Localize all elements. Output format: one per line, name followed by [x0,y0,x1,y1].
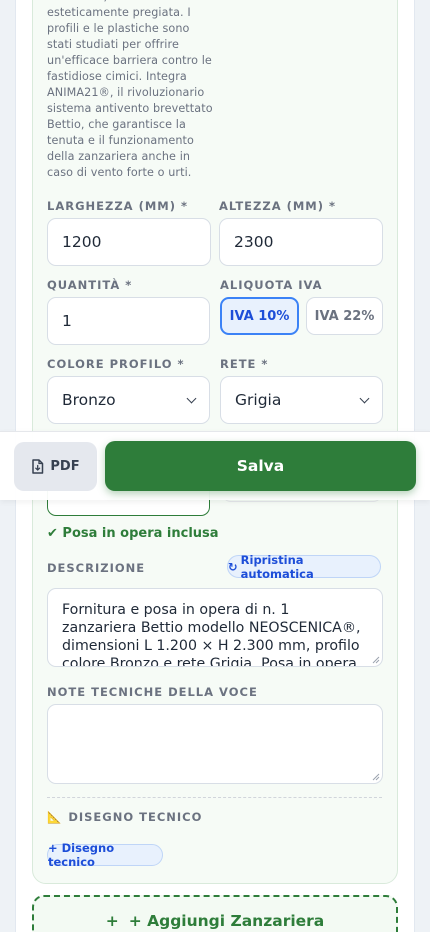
colore-label: COLORE PROFILO * [47,357,185,371]
ripristina-label: Ripristina automatica [240,552,314,581]
plus-icon: + [105,912,119,930]
larghezza-input[interactable]: 1200 [47,218,211,266]
rete-value: Grigia [235,391,282,409]
altezza-label: ALTEZZA (MM) * [219,199,337,213]
resize-grip-icon[interactable] [372,656,380,664]
resize-grip-icon[interactable] [372,773,380,781]
note-text [48,705,382,717]
product-description: resistente, funzionale ed esteticamente … [47,0,213,179]
iva-10-option[interactable]: IVA 10% [220,297,299,335]
pdf-button[interactable]: PDF [14,442,97,491]
descrizione-label: DESCRIZIONE [47,561,146,575]
triangle-ruler-icon: 📐 [47,810,63,824]
colore-value: Bronzo [62,391,116,409]
iva-22-option[interactable]: IVA 22% [306,297,383,335]
ripristina-button[interactable]: ↻ Ripristina automatica [227,552,381,581]
quantita-input[interactable]: 1 [47,297,210,345]
quantita-label: QUANTITÀ * [47,278,133,292]
chevron-down-icon [186,393,197,403]
save-button[interactable]: Salva [105,441,416,491]
add-disegno-button[interactable]: + Disegno tecnico [47,841,163,869]
descrizione-text: Fornitura e posa in opera di n. 1 zanzar… [62,602,361,667]
rete-select[interactable]: Grigia [220,376,383,424]
section-divider [47,797,382,798]
aliquota-label: ALIQUOTA IVA [220,278,323,292]
refresh-icon: ↻ [228,559,238,574]
note-label: NOTE TECNICHE DELLA VOCE [47,685,258,699]
pdf-file-icon [32,459,44,474]
larghezza-label: LARGHEZZA (MM) * [47,199,189,213]
sticky-action-bar: PDF Salva [0,431,430,500]
descrizione-textarea[interactable]: Fornitura e posa in opera di n. 1 zanzar… [47,588,383,667]
colore-select[interactable]: Bronzo [47,376,210,424]
posa-inclusa-note: ✔ Posa in opera inclusa [47,526,219,541]
chevron-down-icon [359,393,370,403]
pdf-label: PDF [50,459,80,474]
disegno-label: DISEGNO TECNICO [68,810,203,824]
altezza-input[interactable]: 2300 [219,218,383,266]
disegno-heading: 📐 DISEGNO TECNICO [47,810,202,824]
add-zanzariera-button[interactable]: + + Aggiungi Zanzariera [32,895,398,932]
rete-label: RETE * [220,357,269,371]
note-textarea[interactable] [47,704,383,784]
add-zanzariera-label: + Aggiungi Zanzariera [128,912,325,930]
